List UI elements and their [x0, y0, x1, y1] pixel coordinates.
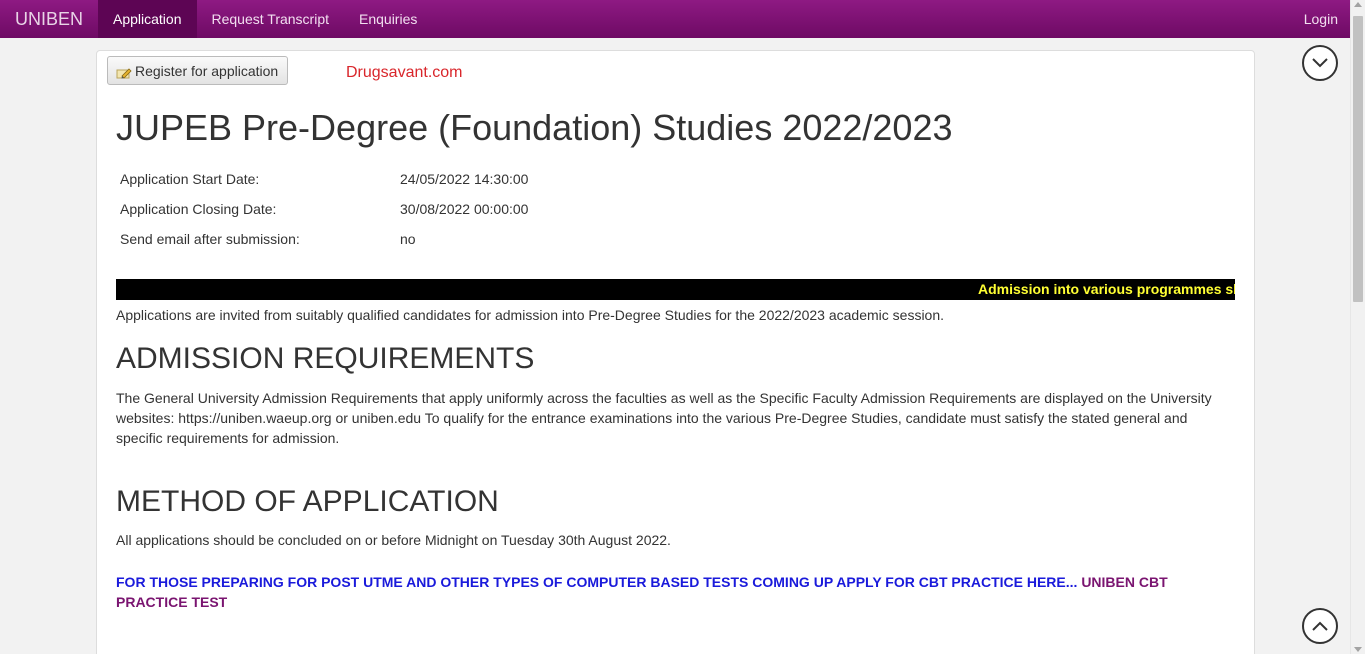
method-of-application-text: All applications should be concluded on … — [116, 532, 671, 548]
admission-requirements-text: The General University Admission Require… — [116, 390, 1212, 446]
page-title: JUPEB Pre-Degree (Foundation) Studies 20… — [116, 107, 953, 148]
info-label: Application Start Date: — [120, 171, 260, 187]
scrollbar-thumb[interactable] — [1353, 16, 1363, 302]
application-info-table: Application Start Date: 24/05/2022 14:30… — [120, 164, 528, 254]
chevron-down-icon — [1312, 58, 1328, 68]
watermark-text: Drugsavant.com — [346, 64, 463, 81]
nav-request-transcript[interactable]: Request Transcript — [197, 0, 345, 38]
application-panel: Register for application Drugsavant.com … — [96, 50, 1255, 654]
page-scrollbar[interactable] — [1350, 0, 1365, 654]
cbt-promo-text: FOR THOSE PREPARING FOR POST UTME AND OT… — [116, 574, 1078, 590]
news-ticker: Admission into various programmes shall — [116, 279, 1235, 300]
scroll-up-button[interactable] — [1302, 608, 1338, 644]
info-row-send-email: Send email after submission: no — [120, 224, 528, 254]
top-navbar: UNIBEN Application Request Transcript En… — [0, 0, 1350, 38]
info-label: Send email after submission: — [120, 231, 300, 247]
register-button-label: Register for application — [135, 62, 279, 79]
method-of-application-heading: METHOD OF APPLICATION — [116, 485, 499, 518]
intro-paragraph: Applications are invited from suitably q… — [116, 307, 945, 323]
info-label: Application Closing Date: — [120, 201, 277, 217]
cbt-promo: FOR THOSE PREPARING FOR POST UTME AND OT… — [116, 572, 1196, 612]
register-button[interactable]: Register for application — [107, 56, 288, 85]
info-row-start-date: Application Start Date: 24/05/2022 14:30… — [120, 164, 528, 194]
scrollbar-down-arrow-icon[interactable] — [1354, 647, 1362, 652]
chevron-up-icon — [1312, 621, 1328, 631]
info-value: no — [400, 231, 416, 247]
info-value: 24/05/2022 14:30:00 — [400, 171, 529, 187]
nav-enquiries[interactable]: Enquiries — [344, 0, 432, 38]
info-row-closing-date: Application Closing Date: 30/08/2022 00:… — [120, 194, 528, 224]
login-link[interactable]: Login — [1289, 0, 1350, 38]
info-value: 30/08/2022 00:00:00 — [400, 201, 529, 217]
scrollbar-up-arrow-icon[interactable] — [1354, 2, 1362, 7]
admission-requirements-heading: ADMISSION REQUIREMENTS — [116, 342, 535, 375]
ticker-text: Admission into various programmes shall — [978, 281, 1235, 297]
pencil-icon — [116, 67, 132, 79]
brand-logo[interactable]: UNIBEN — [0, 0, 98, 38]
nav-application[interactable]: Application — [98, 0, 197, 38]
scroll-down-button[interactable] — [1302, 45, 1338, 81]
